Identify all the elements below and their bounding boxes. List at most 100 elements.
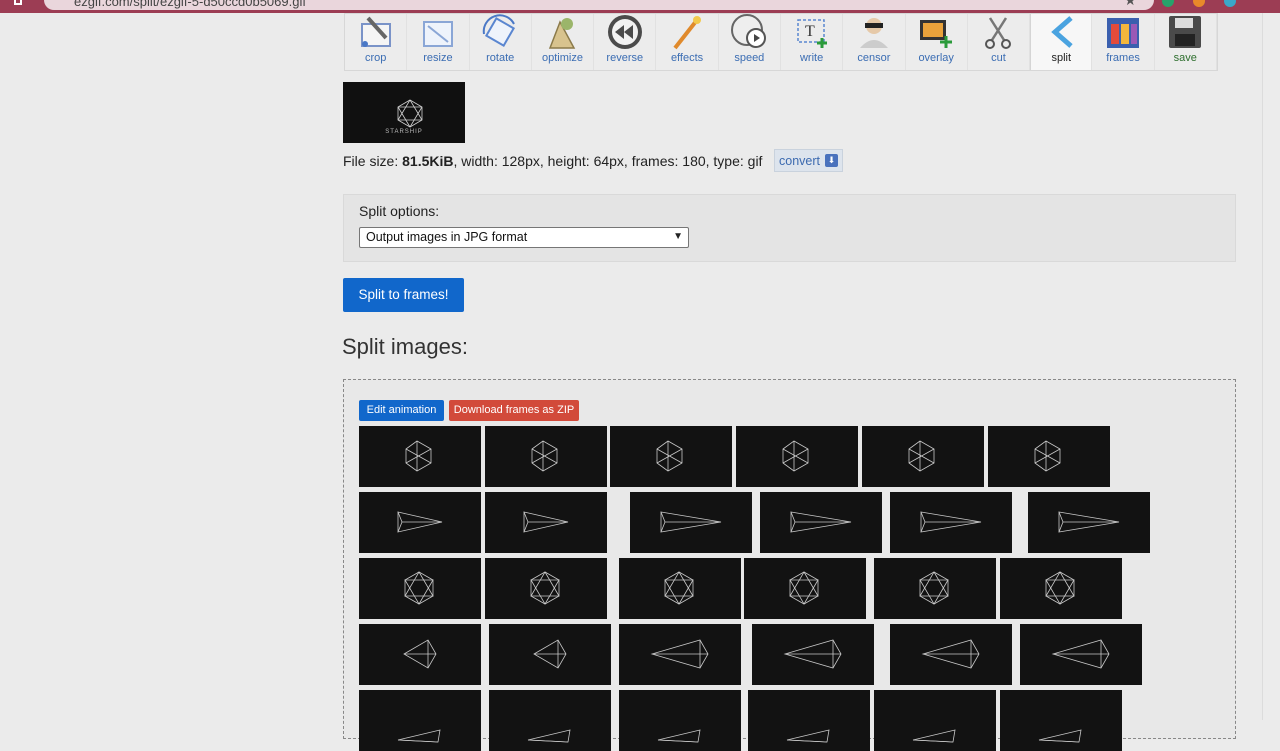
tool-label: crop [364, 52, 387, 64]
gif-preview: STARSHIP [343, 82, 465, 143]
starship-frame-icon [397, 729, 441, 743]
svg-text:T: T [805, 23, 815, 40]
download-zip-button[interactable]: Download frames as ZIP [449, 400, 579, 421]
split-options-title: Split options: [359, 203, 440, 219]
tool-label: censor [857, 52, 891, 64]
starship-frame-icon [533, 639, 567, 669]
frame-thumbnail[interactable] [619, 558, 741, 619]
starship-frame-icon [523, 511, 569, 533]
tool-label: save [1173, 52, 1197, 64]
file-size-value: 81.5KiB [402, 153, 454, 169]
starship-frame-icon [920, 511, 982, 533]
tool-save[interactable]: save [1155, 14, 1217, 70]
frame-thumbnail[interactable] [988, 426, 1110, 487]
frame-thumbnail[interactable] [748, 690, 870, 751]
tool-censor[interactable]: censor [843, 14, 906, 70]
split-options-panel: Split options: Output images in JPG form… [343, 194, 1236, 262]
tool-effects[interactable]: effects [656, 14, 719, 70]
speed-icon [731, 14, 767, 48]
starship-frame-icon [786, 729, 830, 743]
frame-thumbnail[interactable] [862, 426, 984, 487]
bookmark-star-icon[interactable]: ★ [1124, 0, 1137, 9]
frame-thumbnail[interactable] [610, 426, 732, 487]
starship-frame-icon [921, 639, 980, 669]
frame-thumbnail[interactable] [359, 426, 481, 487]
frame-thumbnail[interactable] [874, 558, 996, 619]
frame-thumbnail[interactable] [752, 624, 874, 685]
output-format-value: Output images in JPG format [366, 230, 528, 244]
frame-thumbnail[interactable] [760, 492, 882, 553]
frame-thumbnail[interactable] [359, 558, 481, 619]
frame-thumbnail[interactable] [489, 624, 611, 685]
tool-cut[interactable]: cut [968, 14, 1031, 70]
url-text[interactable]: ezgif.com/split/ezgif-5-d50ccd0b5069.gif [74, 0, 306, 9]
frame-thumbnail[interactable] [630, 492, 752, 553]
write-icon: T [796, 19, 827, 48]
tool-split[interactable]: split [1030, 14, 1093, 70]
frame-thumbnail[interactable] [359, 690, 481, 751]
tool-reverse[interactable]: reverse [594, 14, 657, 70]
frame-thumbnail[interactable] [1000, 690, 1122, 751]
tool-resize[interactable]: resize [407, 14, 470, 70]
tool-toolbar: crop resize rotate optimize reverse effe… [344, 13, 1218, 71]
starship-frame-icon [404, 571, 434, 605]
tool-label: optimize [542, 52, 583, 64]
frame-thumbnail[interactable] [744, 558, 866, 619]
frame-thumbnail[interactable] [1000, 558, 1122, 619]
frame-thumbnail[interactable] [619, 624, 741, 685]
split-icon [1051, 16, 1073, 48]
tool-crop[interactable]: crop [345, 14, 408, 70]
tool-speed[interactable]: speed [719, 14, 781, 70]
frame-thumbnail[interactable] [359, 492, 481, 553]
extension-icon[interactable] [1193, 0, 1205, 7]
frame-thumbnail[interactable] [485, 492, 607, 553]
starship-frame-icon [1034, 440, 1061, 472]
edit-animation-button[interactable]: Edit animation [359, 400, 444, 421]
tool-optimize[interactable]: optimize [532, 14, 595, 70]
frames-icon [1107, 18, 1140, 48]
convert-label: convert [779, 153, 820, 168]
reverse-icon [607, 15, 642, 49]
starship-frame-icon [1045, 571, 1075, 605]
starship-frame-icon [782, 440, 809, 472]
convert-button[interactable]: convert ⬇ [774, 149, 843, 172]
starship-frame-icon [1058, 511, 1120, 533]
starship-frame-icon [912, 729, 956, 743]
page-scrollbar[interactable] [1262, 13, 1280, 720]
frame-thumbnail[interactable] [1020, 624, 1142, 685]
file-info: File size: 81.5KiB, width: 128px, height… [343, 153, 762, 169]
starship-frame-icon [650, 639, 709, 669]
tab-icon[interactable] [14, 0, 22, 5]
starship-frame-icon [531, 440, 558, 472]
frame-thumbnail[interactable] [890, 492, 1012, 553]
resize-icon [422, 21, 453, 47]
tool-label: write [799, 52, 824, 64]
frame-thumbnail[interactable] [619, 690, 741, 751]
file-details: , width: 128px, height: 64px, frames: 18… [453, 153, 763, 169]
starship-frame-icon [657, 729, 701, 743]
starship-frame-icon [790, 511, 852, 533]
file-size-label: File size: [343, 153, 403, 169]
output-format-select[interactable]: Output images in JPG format ▼ [359, 227, 689, 248]
starship-frame-icon [397, 511, 443, 533]
split-to-frames-button[interactable]: Split to frames! [343, 278, 464, 312]
crop-icon [360, 16, 391, 47]
optimize-icon [549, 18, 576, 49]
extension-icon-2[interactable] [1224, 0, 1236, 7]
tool-write[interactable]: T write [781, 14, 844, 70]
frame-thumbnail[interactable] [485, 426, 607, 487]
frame-thumbnail[interactable] [874, 690, 996, 751]
tool-rotate[interactable]: rotate [470, 14, 532, 70]
frame-thumbnail[interactable] [736, 426, 858, 487]
frame-thumbnail[interactable] [1028, 492, 1150, 553]
frame-thumbnail[interactable] [489, 690, 611, 751]
tool-label: overlay [918, 52, 954, 64]
tool-overlay[interactable]: overlay [906, 14, 968, 70]
starship-frame-icon [783, 639, 842, 669]
frame-thumbnail[interactable] [359, 624, 481, 685]
tool-frames[interactable]: frames [1092, 14, 1155, 70]
extension-grammarly-icon[interactable] [1162, 0, 1174, 7]
starship-frame-icon [919, 571, 949, 605]
frame-thumbnail[interactable] [485, 558, 607, 619]
frame-thumbnail[interactable] [890, 624, 1012, 685]
